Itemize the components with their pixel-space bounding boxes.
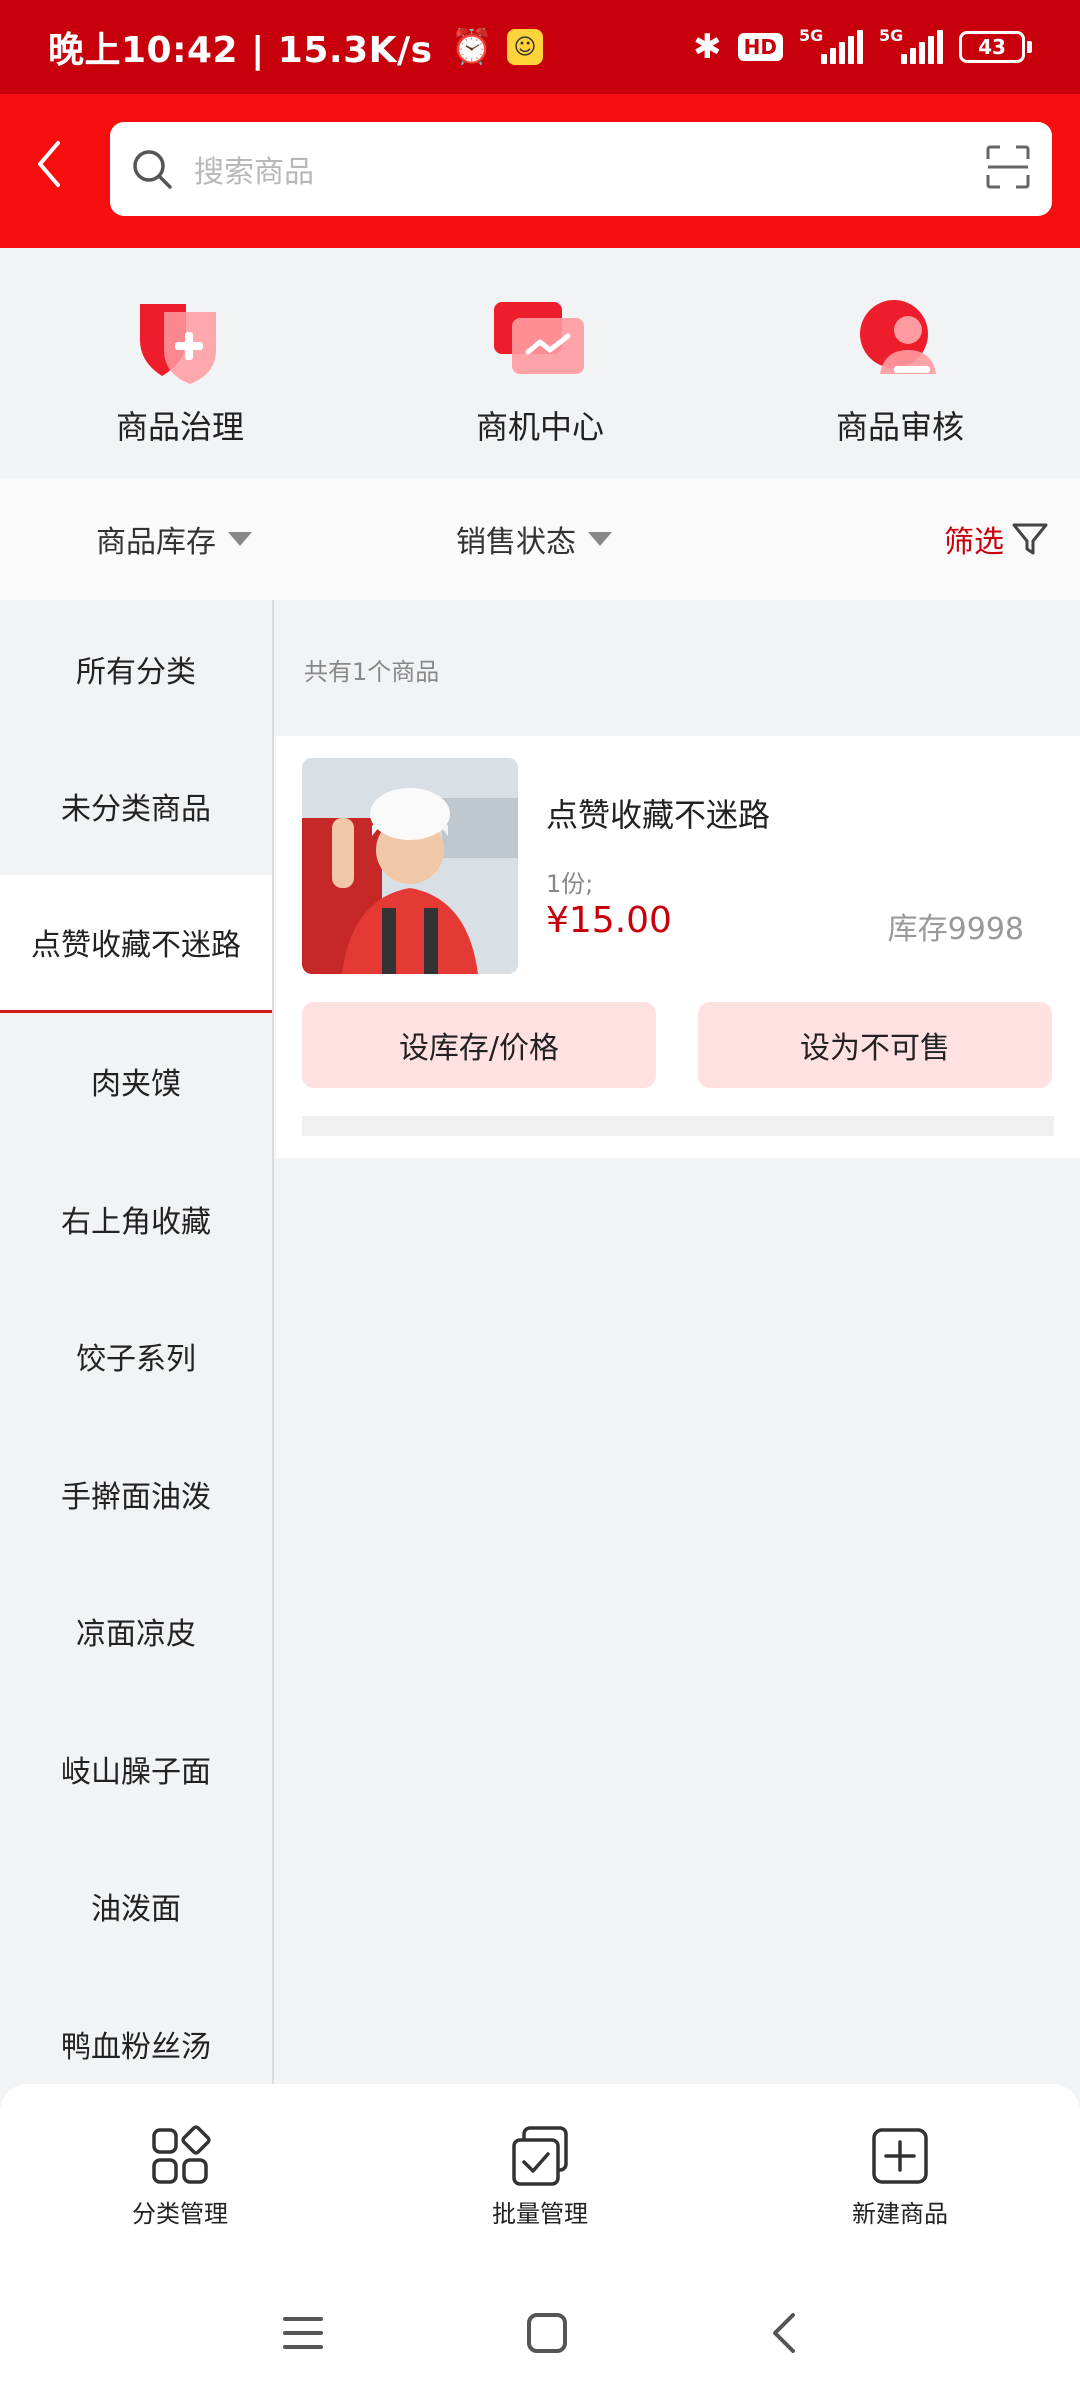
product-name: 点赞收藏不迷路 bbox=[546, 796, 771, 834]
bottom-action-bar: 分类管理 批量管理 新建商品 bbox=[0, 2084, 1080, 2266]
signal-1-icon: 5G bbox=[799, 26, 863, 64]
product-spec: 1份; bbox=[546, 870, 594, 898]
quick-actions-card: 商品治理 商机中心 商品审核 bbox=[0, 248, 1080, 478]
sidebar-item[interactable]: 饺子系列 bbox=[0, 1288, 272, 1426]
quick-action-label: 商机中心 bbox=[475, 408, 604, 446]
user-minus-icon bbox=[850, 296, 950, 386]
search-icon bbox=[133, 150, 172, 189]
set-stock-price-button[interactable]: 设库存/价格 bbox=[302, 1002, 656, 1088]
status-bar: 晚上10:42 | 15.3K/s ⏰ ☺ ✱ HD 5G 5G 43 bbox=[0, 0, 1080, 94]
sidebar-item[interactable]: 肉夹馍 bbox=[0, 1013, 272, 1151]
product-stock: 库存9998 bbox=[887, 912, 1024, 947]
quick-action-opportunity[interactable]: 商机中心 bbox=[360, 248, 720, 478]
alarm-icon: ⏰ bbox=[450, 27, 493, 67]
battery-icon: 43 bbox=[959, 31, 1032, 63]
sidebar-item[interactable]: 手擀面油泼 bbox=[0, 1425, 272, 1563]
chevron-left-icon bbox=[38, 141, 60, 187]
system-nav-bar bbox=[0, 2266, 1080, 2400]
caret-down-icon bbox=[228, 532, 252, 546]
sidebar-item[interactable]: 凉面凉皮 bbox=[0, 1563, 272, 1701]
product-card[interactable]: 点赞收藏不迷路 1份; ¥15.00 库存9998 设库存/价格 设为不可售 bbox=[276, 736, 1080, 1158]
stock-filter-dropdown[interactable]: 商品库存 bbox=[96, 517, 252, 561]
batch-check-icon bbox=[512, 2126, 568, 2186]
sidebar-item[interactable]: 岐山臊子面 bbox=[0, 1700, 272, 1838]
funnel-icon bbox=[1012, 523, 1048, 555]
sidebar-item-all[interactable]: 所有分类 bbox=[0, 600, 272, 738]
app-notification-icon: ☺ bbox=[506, 29, 543, 65]
quick-action-review[interactable]: 商品审核 bbox=[720, 248, 1080, 478]
search-placeholder: 搜索商品 bbox=[194, 155, 314, 190]
sidebar-item[interactable]: 右上角收藏 bbox=[0, 1150, 272, 1288]
screen-filter-label: 筛选 bbox=[944, 525, 1004, 560]
shield-plus-icon bbox=[130, 296, 230, 386]
category-management-button[interactable]: 分类管理 bbox=[0, 2084, 360, 2266]
card-divider bbox=[302, 1116, 1054, 1136]
batch-management-button[interactable]: 批量管理 bbox=[360, 2084, 720, 2266]
bluetooth-icon: ✱ bbox=[693, 27, 722, 67]
filter-bar: 商品库存 销售状态 筛选 bbox=[0, 478, 1080, 600]
status-time: 晚上10:42 | 15.3K/s bbox=[48, 30, 433, 71]
battery-level: 43 bbox=[959, 31, 1025, 63]
hd-badge: HD bbox=[737, 33, 783, 61]
sidebar-item-active[interactable]: 点赞收藏不迷路 bbox=[0, 875, 272, 1013]
trend-card-icon bbox=[490, 296, 590, 386]
bottom-label: 分类管理 bbox=[132, 2200, 228, 2228]
add-square-icon bbox=[872, 2128, 928, 2184]
caret-down-icon bbox=[588, 532, 612, 546]
bottom-label: 新建商品 bbox=[852, 2200, 948, 2228]
sidebar-item[interactable]: 油泼面 bbox=[0, 1838, 272, 1976]
sale-status-label: 销售状态 bbox=[456, 525, 576, 560]
bottom-label: 批量管理 bbox=[492, 2200, 588, 2228]
screen-filter-button[interactable]: 筛选 bbox=[944, 517, 1050, 561]
header: 搜索商品 bbox=[0, 94, 1080, 248]
signal-2-icon: 5G bbox=[879, 26, 943, 64]
quick-action-label: 商品治理 bbox=[115, 408, 244, 446]
product-image[interactable] bbox=[302, 758, 518, 974]
sale-status-dropdown[interactable]: 销售状态 bbox=[456, 517, 612, 561]
home-icon[interactable] bbox=[525, 2311, 569, 2355]
scan-icon bbox=[986, 145, 1030, 189]
quick-action-governance[interactable]: 商品治理 bbox=[0, 248, 360, 478]
scan-button[interactable] bbox=[984, 143, 1032, 195]
sidebar-item-uncategorized[interactable]: 未分类商品 bbox=[0, 738, 272, 876]
set-unsellable-button[interactable]: 设为不可售 bbox=[698, 1002, 1052, 1088]
product-price: ¥15.00 bbox=[546, 900, 672, 941]
product-count: 共有1个商品 bbox=[304, 658, 440, 686]
menu-icon[interactable] bbox=[281, 2313, 325, 2353]
back-icon[interactable] bbox=[769, 2311, 799, 2355]
product-list: 共有1个商品 点赞收藏不迷路 1份; ¥15.00 库存9998 设库存/价格 … bbox=[276, 600, 1080, 2084]
new-product-button[interactable]: 新建商品 bbox=[720, 2084, 1080, 2266]
category-sidebar: 所有分类 未分类商品 点赞收藏不迷路 肉夹馍 右上角收藏 饺子系列 手擀面油泼 … bbox=[0, 600, 274, 2084]
category-grid-icon bbox=[152, 2125, 211, 2184]
quick-action-label: 商品审核 bbox=[835, 408, 964, 446]
stock-filter-label: 商品库存 bbox=[96, 525, 216, 560]
back-button[interactable] bbox=[24, 134, 74, 194]
search-input[interactable]: 搜索商品 bbox=[110, 122, 1052, 216]
